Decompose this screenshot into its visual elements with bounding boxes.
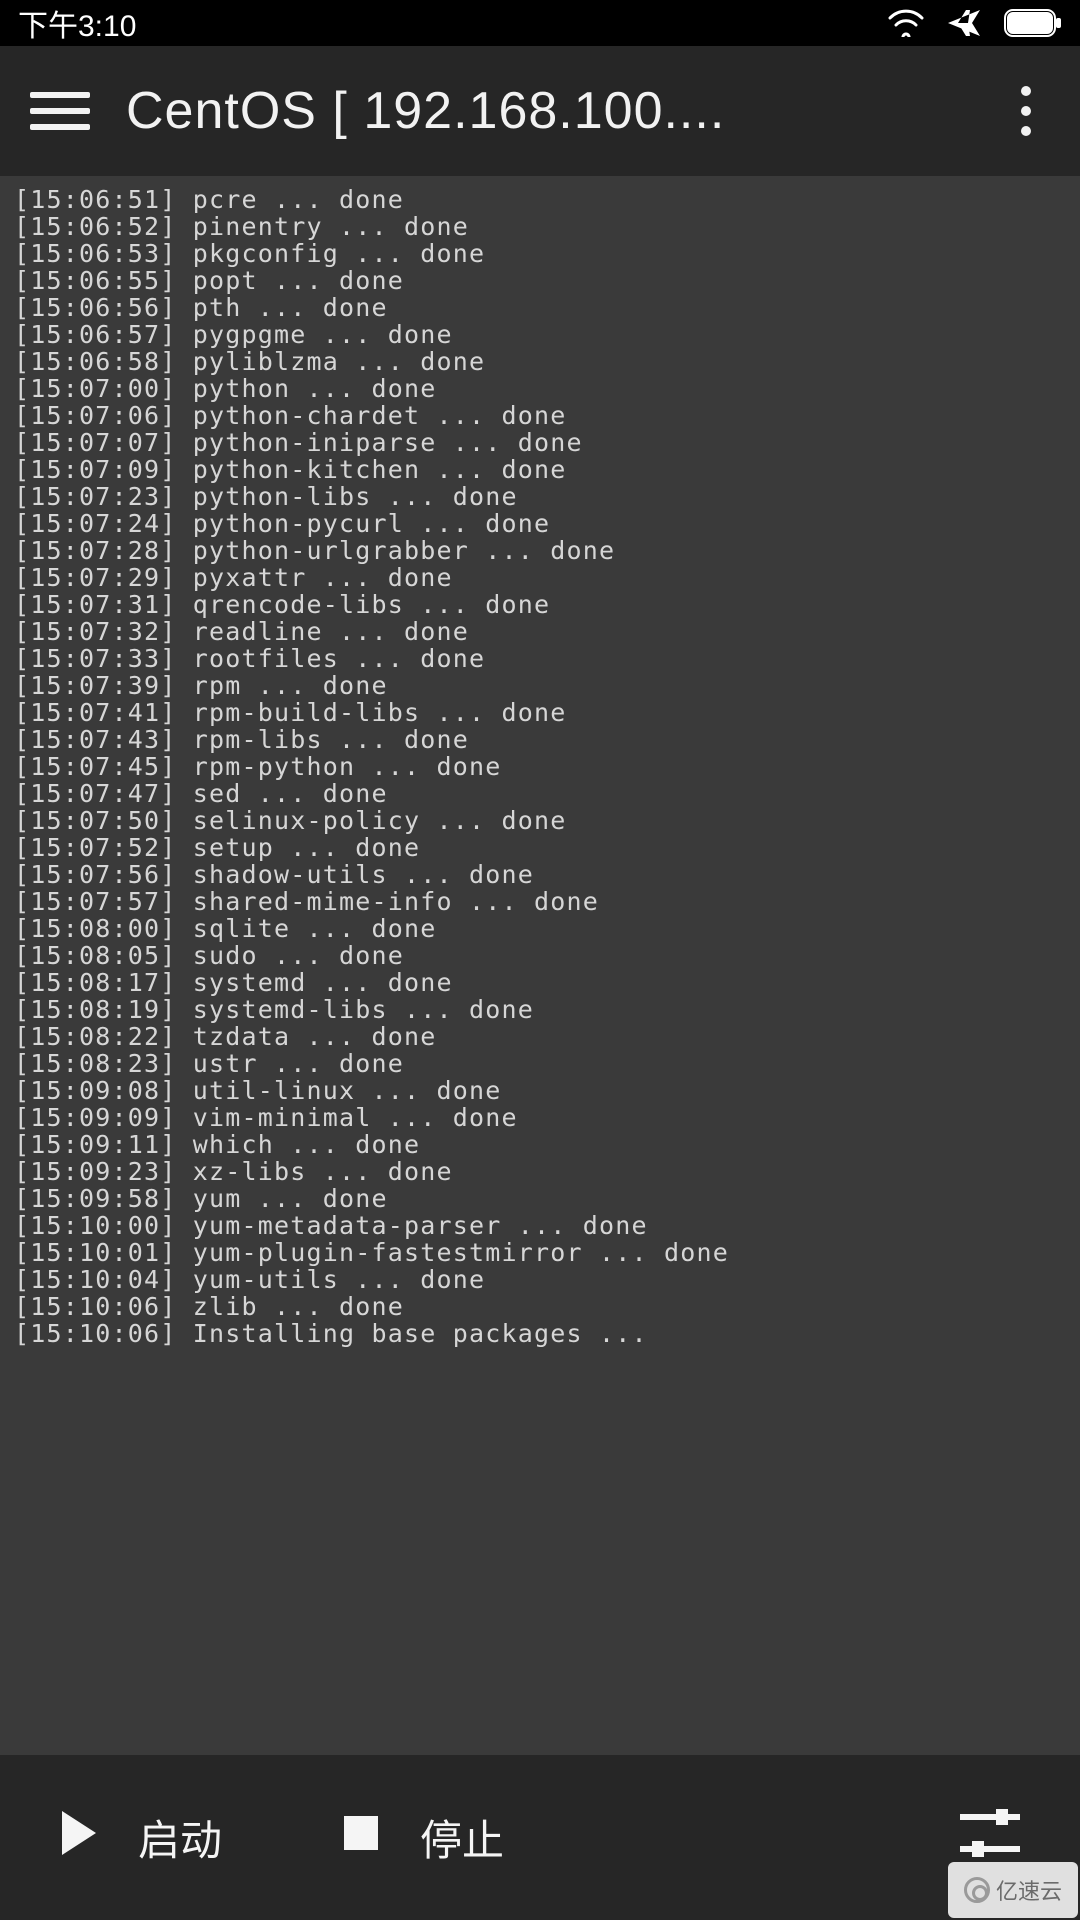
- terminal-line: [15:06:51] pcre ... done: [14, 186, 1066, 213]
- terminal-line: [15:07:23] python-libs ... done: [14, 483, 1066, 510]
- terminal-line: [15:06:56] pth ... done: [14, 294, 1066, 321]
- terminal-line: [15:07:43] rpm-libs ... done: [14, 726, 1066, 753]
- terminal-line: [15:07:45] rpm-python ... done: [14, 753, 1066, 780]
- watermark-text: 亿速云: [996, 1874, 1062, 1906]
- start-button[interactable]: 启动: [58, 1807, 222, 1868]
- terminal-line: [15:07:41] rpm-build-libs ... done: [14, 699, 1066, 726]
- terminal-line: [15:07:39] rpm ... done: [14, 672, 1066, 699]
- app-header: CentOS [ 192.168.100....: [0, 46, 1080, 176]
- terminal-line: [15:08:23] ustr ... done: [14, 1050, 1066, 1077]
- terminal-line: [15:09:58] yum ... done: [14, 1185, 1066, 1212]
- terminal-output[interactable]: [15:06:51] pcre ... done[15:06:52] pinen…: [0, 176, 1080, 1755]
- terminal-line: [15:10:06] Installing base packages ...: [14, 1320, 1066, 1347]
- terminal-line: [15:10:06] zlib ... done: [14, 1293, 1066, 1320]
- terminal-line: [15:10:00] yum-metadata-parser ... done: [14, 1212, 1066, 1239]
- terminal-line: [15:07:29] pyxattr ... done: [14, 564, 1066, 591]
- wifi-icon: [888, 9, 924, 37]
- terminal-line: [15:06:58] pyliblzma ... done: [14, 348, 1066, 375]
- settings-button[interactable]: [960, 1805, 1020, 1871]
- terminal-line: [15:07:09] python-kitchen ... done: [14, 456, 1066, 483]
- watermark-logo-icon: [964, 1877, 990, 1903]
- terminal-line: [15:09:11] which ... done: [14, 1131, 1066, 1158]
- terminal-line: [15:07:00] python ... done: [14, 375, 1066, 402]
- terminal-line: [15:06:57] pygpgme ... done: [14, 321, 1066, 348]
- terminal-line: [15:07:50] selinux-policy ... done: [14, 807, 1066, 834]
- terminal-line: [15:07:52] setup ... done: [14, 834, 1066, 861]
- terminal-line: [15:10:01] yum-plugin-fastestmirror ... …: [14, 1239, 1066, 1266]
- status-icons: [888, 6, 1062, 40]
- terminal-line: [15:07:31] qrencode-libs ... done: [14, 591, 1066, 618]
- terminal-line: [15:08:00] sqlite ... done: [14, 915, 1066, 942]
- terminal-line: [15:08:05] sudo ... done: [14, 942, 1066, 969]
- terminal-line: [15:07:57] shared-mime-info ... done: [14, 888, 1066, 915]
- terminal-line: [15:09:09] vim-minimal ... done: [14, 1104, 1066, 1131]
- terminal-line: [15:10:04] yum-utils ... done: [14, 1266, 1066, 1293]
- terminal-line: [15:08:22] tzdata ... done: [14, 1023, 1066, 1050]
- stop-icon: [342, 1814, 380, 1862]
- play-icon: [58, 1809, 98, 1867]
- stop-button[interactable]: 停止: [342, 1807, 504, 1868]
- status-time: 下午3:10: [18, 1, 136, 45]
- terminal-line: [15:06:52] pinentry ... done: [14, 213, 1066, 240]
- battery-icon: [1004, 9, 1062, 37]
- terminal-line: [15:09:08] util-linux ... done: [14, 1077, 1066, 1104]
- more-options-button[interactable]: [1002, 86, 1050, 136]
- start-label: 启动: [138, 1807, 222, 1868]
- terminal-line: [15:06:55] popt ... done: [14, 267, 1066, 294]
- terminal-line: [15:08:17] systemd ... done: [14, 969, 1066, 996]
- terminal-line: [15:07:56] shadow-utils ... done: [14, 861, 1066, 888]
- terminal-line: [15:06:53] pkgconfig ... done: [14, 240, 1066, 267]
- terminal-line: [15:07:32] readline ... done: [14, 618, 1066, 645]
- terminal-line: [15:07:24] python-pycurl ... done: [14, 510, 1066, 537]
- terminal-line: [15:07:28] python-urlgrabber ... done: [14, 537, 1066, 564]
- stop-label: 停止: [420, 1807, 504, 1868]
- terminal-line: [15:08:19] systemd-libs ... done: [14, 996, 1066, 1023]
- watermark: 亿速云: [948, 1862, 1078, 1918]
- terminal-line: [15:07:06] python-chardet ... done: [14, 402, 1066, 429]
- menu-button[interactable]: [30, 81, 90, 141]
- terminal-line: [15:07:33] rootfiles ... done: [14, 645, 1066, 672]
- airplane-mode-icon: [946, 6, 982, 40]
- bottom-bar: 启动 停止: [0, 1755, 1080, 1920]
- terminal-line: [15:07:07] python-iniparse ... done: [14, 429, 1066, 456]
- terminal-line: [15:09:23] xz-libs ... done: [14, 1158, 1066, 1185]
- app-title: CentOS [ 192.168.100....: [126, 81, 966, 141]
- status-bar: 下午3:10: [0, 0, 1080, 46]
- terminal-line: [15:07:47] sed ... done: [14, 780, 1066, 807]
